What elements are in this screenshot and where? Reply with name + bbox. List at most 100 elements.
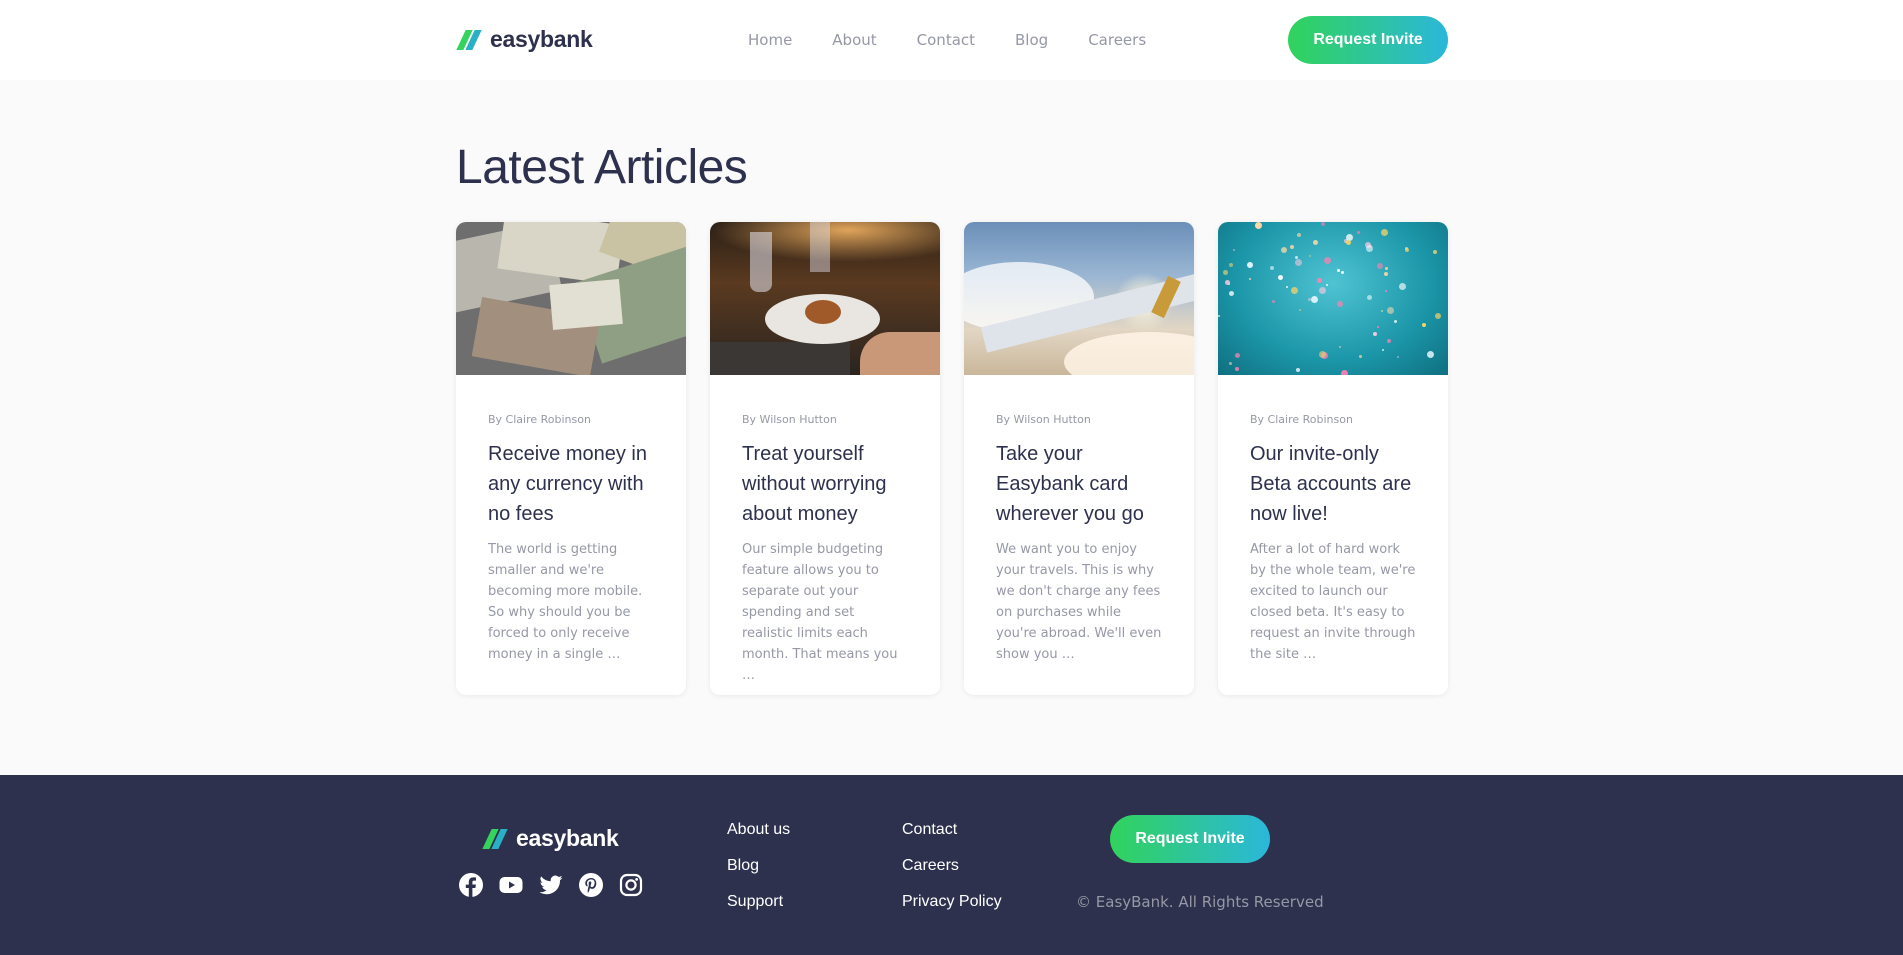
confetti-dot: [1255, 222, 1262, 229]
article-card[interactable]: By Claire Robinson Receive money in any …: [456, 222, 686, 695]
confetti-dot: [1399, 283, 1406, 290]
confetti-dot: [1319, 351, 1326, 358]
confetti-dot: [1366, 245, 1373, 252]
article-card[interactable]: By Claire Robinson Our invite-only Beta …: [1218, 222, 1448, 695]
confetti-dot: [1229, 291, 1234, 296]
article-title[interactable]: Take your Easybank card wherever you go: [996, 439, 1162, 529]
confetti-dot: [1384, 272, 1388, 276]
article-excerpt: After a lot of hard work by the whole te…: [1250, 542, 1416, 662]
article-title[interactable]: Receive money in any currency with no fe…: [488, 439, 654, 529]
currency-notes-image: [456, 222, 686, 375]
twitter-icon[interactable]: [539, 873, 563, 897]
confetti-dot: [1247, 262, 1253, 268]
confetti-dot: [1385, 267, 1388, 270]
confetti-dot: [1373, 332, 1377, 336]
logo-wordmark: easybank: [490, 26, 593, 52]
confetti-dot: [1324, 257, 1331, 264]
confetti-dot: [1296, 368, 1300, 372]
confetti-dot: [1308, 298, 1311, 301]
pinterest-icon[interactable]: [579, 873, 603, 897]
confetti-dot: [1278, 275, 1283, 280]
confetti-dot: [1381, 229, 1388, 236]
confetti-dot: [1377, 326, 1379, 328]
nav-home[interactable]: Home: [748, 31, 792, 49]
article-excerpt: The world is getting smaller and we're b…: [488, 542, 643, 662]
easybank-logo-footer[interactable]: easybank: [482, 825, 619, 852]
logo-mark-icon: [456, 29, 482, 50]
nav-contact[interactable]: Contact: [917, 31, 975, 49]
airplane-wing-image: [964, 222, 1194, 375]
logo-mark-icon: [482, 828, 508, 849]
article-title[interactable]: Treat yourself without worrying about mo…: [742, 439, 908, 529]
restaurant-dinner-image: [710, 222, 940, 375]
article-author: By Wilson Hutton: [742, 413, 837, 426]
confetti-dot: [1381, 310, 1383, 312]
confetti-dot: [1346, 240, 1351, 245]
confetti-dot: [1405, 248, 1409, 252]
copyright-text: © EasyBank. All Rights Reserved: [1076, 893, 1324, 911]
facebook-icon[interactable]: [459, 873, 483, 897]
confetti-dot: [1291, 287, 1298, 294]
confetti-dot: [1317, 278, 1322, 283]
confetti-dot: [1235, 353, 1240, 358]
footer-links-secondary: Contact Careers Privacy Policy: [902, 820, 1002, 928]
confetti-dot: [1319, 287, 1326, 294]
confetti-dot: [1223, 270, 1228, 275]
confetti-dot: [1387, 339, 1391, 343]
youtube-icon[interactable]: [499, 873, 523, 897]
site-header: easybank Home About Contact Blog Careers…: [0, 0, 1903, 80]
confetti-dot: [1249, 278, 1251, 280]
article-excerpt: Our simple budgeting feature allows you …: [742, 542, 898, 683]
confetti-dot: [1299, 309, 1301, 311]
articles-grid: By Claire Robinson Receive money in any …: [456, 222, 1448, 695]
instagram-icon[interactable]: [619, 873, 643, 897]
confetti-dot: [1218, 315, 1220, 317]
article-excerpt: We want you to enjoy your travels. This …: [996, 542, 1162, 662]
footer-link-about-us[interactable]: About us: [727, 820, 790, 856]
confetti-dot: [1433, 250, 1437, 254]
confetti-dot: [1385, 290, 1387, 292]
easybank-logo[interactable]: easybank: [456, 26, 593, 53]
confetti-dot: [1357, 231, 1360, 234]
nav-about[interactable]: About: [832, 31, 876, 49]
request-invite-button[interactable]: Request Invite: [1288, 16, 1448, 64]
footer-link-careers[interactable]: Careers: [902, 856, 1002, 892]
confetti-dot: [1295, 259, 1302, 266]
article-card[interactable]: By Wilson Hutton Take your Easybank card…: [964, 222, 1194, 695]
confetti-dot: [1270, 266, 1274, 270]
confetti-dot: [1229, 362, 1232, 365]
article-author: By Claire Robinson: [488, 413, 591, 426]
confetti-dot: [1337, 301, 1343, 307]
confetti-dot: [1435, 313, 1441, 319]
article-title[interactable]: Our invite-only Beta accounts are now li…: [1250, 439, 1416, 529]
confetti-dot: [1321, 222, 1325, 226]
confetti-dot: [1387, 307, 1394, 314]
nav-blog[interactable]: Blog: [1015, 31, 1048, 49]
confetti-dot: [1339, 346, 1341, 348]
site-footer: easybank About us Blog Support Contact C: [0, 775, 1903, 955]
main-nav: Home About Contact Blog Careers: [748, 31, 1186, 49]
nav-careers[interactable]: Careers: [1088, 31, 1146, 49]
confetti-dot: [1311, 296, 1318, 303]
footer-link-contact[interactable]: Contact: [902, 820, 1002, 856]
confetti-dot: [1297, 233, 1301, 237]
footer-links-primary: About us Blog Support: [727, 820, 790, 928]
confetti-dot: [1337, 269, 1340, 272]
article-card[interactable]: By Wilson Hutton Treat yourself without …: [710, 222, 940, 695]
social-links: [459, 873, 643, 897]
footer-request-invite-button[interactable]: Request Invite: [1110, 815, 1270, 863]
confetti-dot: [1397, 356, 1399, 358]
footer-link-blog[interactable]: Blog: [727, 856, 790, 892]
confetti-dot: [1309, 255, 1311, 257]
page-title: Latest Articles: [456, 141, 748, 194]
footer-link-support[interactable]: Support: [727, 892, 790, 928]
logo-wordmark: easybank: [516, 825, 619, 851]
confetti-dot: [1326, 284, 1328, 286]
footer-link-privacy-policy[interactable]: Privacy Policy: [902, 892, 1002, 928]
confetti-dot: [1290, 245, 1294, 249]
confetti-dot: [1377, 263, 1383, 269]
confetti-dot: [1422, 323, 1426, 327]
confetti-dot: [1341, 271, 1344, 274]
article-author: By Claire Robinson: [1250, 413, 1353, 426]
confetti-dot: [1235, 367, 1239, 371]
